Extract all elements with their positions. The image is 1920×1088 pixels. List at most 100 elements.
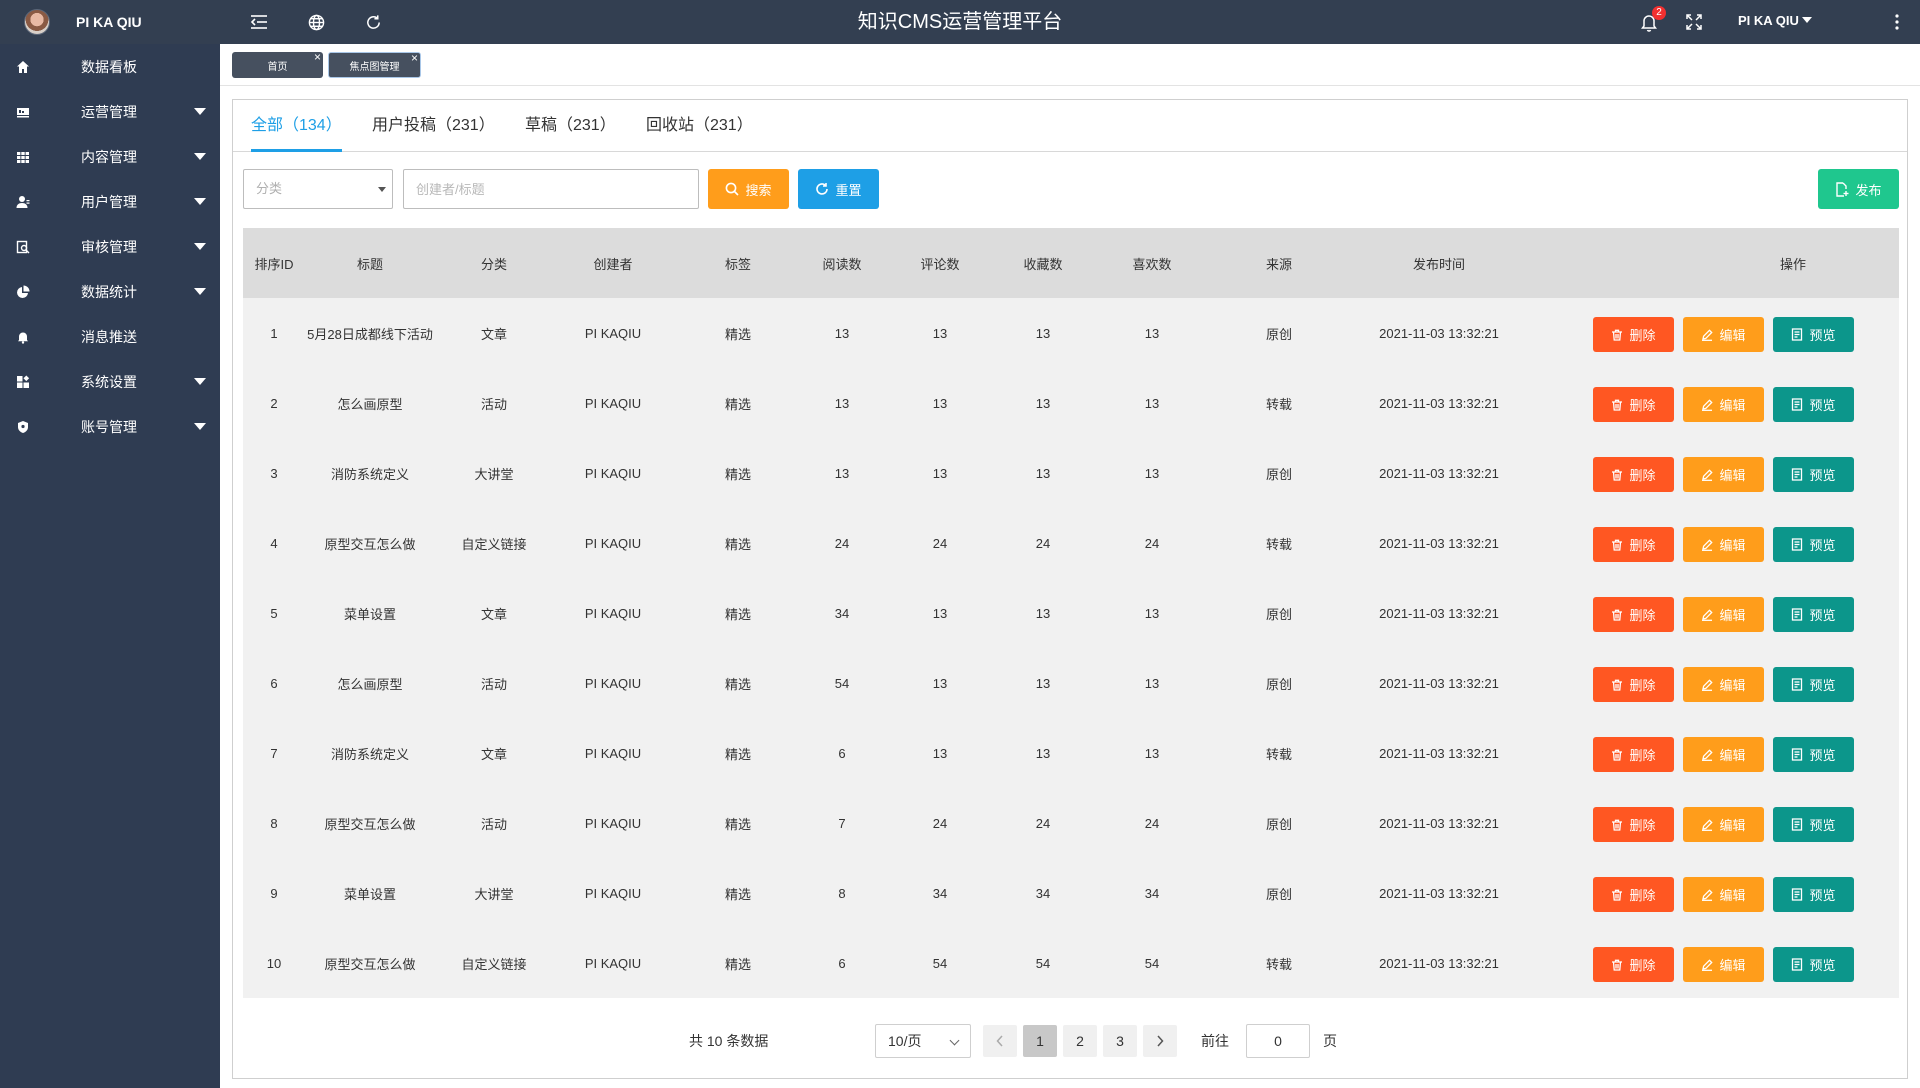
- page-button-2[interactable]: 2: [1063, 1025, 1097, 1057]
- page-button-1[interactable]: 1: [1023, 1025, 1057, 1057]
- sidebar-item-dashboard[interactable]: 数据看板: [0, 44, 220, 89]
- trash-icon: [1612, 539, 1623, 551]
- cell-favorites: 13: [1035, 605, 1051, 621]
- cell-views: 13: [834, 395, 850, 411]
- close-icon[interactable]: ×: [314, 51, 321, 63]
- page-button-3[interactable]: 3: [1103, 1025, 1137, 1057]
- preview-button[interactable]: 预览: [1773, 947, 1854, 982]
- preview-button[interactable]: 预览: [1773, 877, 1854, 912]
- caret-down-icon: [194, 243, 206, 250]
- edit-button[interactable]: 编辑: [1683, 527, 1764, 562]
- edit-button[interactable]: 编辑: [1683, 457, 1764, 492]
- table-row: 3 消防系统定义 大讲堂 PI KAQIU 精选 13 13 13 13 原创 2021-11-03…: [243, 438, 1899, 508]
- user-menu-dropdown[interactable]: PI KA QIU: [1738, 0, 1812, 40]
- cell-likes: 13: [1144, 395, 1160, 411]
- cell-creator: PI KAQIU: [584, 465, 642, 481]
- cell-views: 54: [834, 675, 850, 691]
- delete-button-label: 删除: [1629, 958, 1656, 973]
- preview-button[interactable]: 预览: [1773, 387, 1854, 422]
- cell-source: 原创: [1265, 326, 1292, 342]
- delete-button[interactable]: 删除: [1593, 737, 1674, 772]
- delete-button[interactable]: 删除: [1593, 877, 1674, 912]
- cell-comments: 13: [932, 395, 948, 411]
- edit-button[interactable]: 编辑: [1683, 667, 1764, 702]
- delete-button[interactable]: 删除: [1593, 807, 1674, 842]
- preview-button[interactable]: 预览: [1773, 807, 1854, 842]
- reset-button[interactable]: 重置: [798, 169, 879, 209]
- preview-button[interactable]: 预览: [1773, 667, 1854, 702]
- sidebar-item-statistics[interactable]: 数据统计: [0, 269, 220, 314]
- preview-button[interactable]: 预览: [1773, 527, 1854, 562]
- menu-collapse-icon[interactable]: [248, 11, 270, 33]
- sidebar-item-users[interactable]: 用户管理: [0, 179, 220, 224]
- close-icon[interactable]: ×: [411, 52, 418, 64]
- refresh-icon[interactable]: [362, 11, 384, 33]
- delete-button[interactable]: 删除: [1593, 667, 1674, 702]
- avatar[interactable]: [24, 9, 50, 35]
- sidebar-item-operations[interactable]: 运营管理: [0, 89, 220, 134]
- cell-favorites: 54: [1035, 955, 1051, 971]
- edit-button[interactable]: 编辑: [1683, 387, 1764, 422]
- cell-likes: 13: [1144, 325, 1160, 341]
- search-button[interactable]: 搜索: [708, 169, 789, 209]
- delete-button[interactable]: 删除: [1593, 527, 1674, 562]
- edit-button[interactable]: 编辑: [1683, 317, 1764, 352]
- user-icon: [16, 196, 30, 208]
- tab-all[interactable]: 全部（134）: [251, 100, 342, 152]
- delete-button-label: 删除: [1629, 398, 1656, 413]
- tab-recycle-bin[interactable]: 回收站（231）: [646, 100, 753, 152]
- cell-publish-time: 2021-11-03 13:32:21: [1379, 535, 1499, 551]
- column-header: 创建者: [593, 256, 633, 272]
- caret-down-icon: [194, 108, 206, 115]
- trash-icon: [1612, 399, 1623, 411]
- page-suffix-label: 页: [1323, 1033, 1337, 1049]
- preview-button[interactable]: 预览: [1773, 737, 1854, 772]
- preview-button-label: 预览: [1809, 468, 1836, 483]
- tab-drafts[interactable]: 草稿（231）: [525, 100, 616, 152]
- sidebar-item-messages[interactable]: 消息推送: [0, 314, 220, 359]
- delete-button[interactable]: 删除: [1593, 457, 1674, 492]
- category-select[interactable]: 分类: [243, 169, 393, 209]
- page-tab-focus-images[interactable]: 焦点图管理 ×: [328, 52, 421, 78]
- edit-button[interactable]: 编辑: [1683, 737, 1764, 772]
- goto-label: 前往: [1201, 1033, 1229, 1049]
- edit-button[interactable]: 编辑: [1683, 597, 1764, 632]
- more-vertical-icon[interactable]: [1886, 11, 1908, 33]
- cell-tag: 精选: [724, 676, 751, 692]
- delete-button[interactable]: 删除: [1593, 317, 1674, 352]
- prev-page-button[interactable]: [983, 1025, 1017, 1057]
- sidebar-item-accounts[interactable]: 账号管理: [0, 404, 220, 449]
- page-tab-home[interactable]: 首页 ×: [232, 51, 323, 78]
- delete-button[interactable]: 删除: [1593, 387, 1674, 422]
- fullscreen-icon[interactable]: [1683, 11, 1705, 33]
- trash-icon: [1612, 609, 1623, 621]
- page-tab-label: 首页: [267, 61, 288, 73]
- delete-button-label: 删除: [1629, 818, 1656, 833]
- delete-button-label: 删除: [1629, 748, 1656, 763]
- search-input[interactable]: [403, 169, 699, 209]
- cell-views: 8: [838, 885, 846, 901]
- sidebar-item-review[interactable]: 审核管理: [0, 224, 220, 269]
- globe-icon[interactable]: [305, 11, 327, 33]
- goto-page-input[interactable]: [1246, 1024, 1310, 1058]
- grid-icon: [17, 152, 29, 163]
- edit-button[interactable]: 编辑: [1683, 807, 1764, 842]
- bell-icon[interactable]: 2: [1638, 6, 1666, 33]
- preview-button[interactable]: 预览: [1773, 457, 1854, 492]
- sidebar-item-settings[interactable]: 系统设置: [0, 359, 220, 404]
- tab-user-submissions[interactable]: 用户投稿（231）: [372, 100, 495, 152]
- delete-button[interactable]: 删除: [1593, 947, 1674, 982]
- sidebar-item-content[interactable]: 内容管理: [0, 134, 220, 179]
- edit-button[interactable]: 编辑: [1683, 877, 1764, 912]
- cell-views: 24: [834, 535, 850, 551]
- delete-button[interactable]: 删除: [1593, 597, 1674, 632]
- caret-down-icon: [194, 198, 206, 205]
- edit-icon: [1702, 468, 1714, 481]
- preview-button[interactable]: 预览: [1773, 317, 1854, 352]
- next-page-button[interactable]: [1143, 1025, 1177, 1057]
- publish-button[interactable]: 发布: [1818, 169, 1899, 209]
- page-size-select[interactable]: 10/页: [875, 1024, 971, 1058]
- preview-button[interactable]: 预览: [1773, 597, 1854, 632]
- edit-button[interactable]: 编辑: [1683, 947, 1764, 982]
- edit-button-label: 编辑: [1719, 468, 1746, 483]
